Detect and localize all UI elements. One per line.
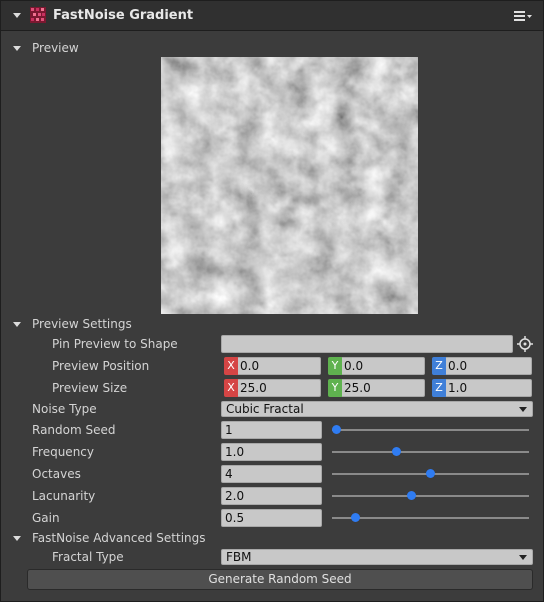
- fastnoise-gradient-panel: FastNoise Gradient Preview Preview Setti…: [0, 0, 544, 602]
- random-seed-field[interactable]: 1: [221, 421, 322, 439]
- gain-field[interactable]: 0.5: [221, 509, 322, 527]
- position-z-field[interactable]: 0.0: [446, 357, 532, 375]
- panel-title: FastNoise Gradient: [53, 8, 194, 23]
- slider-handle[interactable]: [407, 491, 417, 500]
- fractal-type-value: FBM: [226, 550, 252, 564]
- octaves-label: Octaves: [32, 467, 81, 481]
- frequency-label: Frequency: [32, 445, 94, 459]
- panel-header: FastNoise Gradient: [1, 1, 543, 31]
- generate-random-seed-button[interactable]: Generate Random Seed: [27, 569, 533, 590]
- position-x-axis-label: X: [224, 357, 238, 375]
- position-y-axis-label: Y: [328, 357, 342, 375]
- size-z-field[interactable]: 1.0: [446, 379, 532, 397]
- noise-preview-image: [161, 57, 418, 314]
- octaves-slider[interactable]: [332, 468, 529, 480]
- gain-label: Gain: [32, 511, 60, 525]
- lacunarity-label: Lacunarity: [32, 489, 96, 503]
- size-x-axis-label: X: [224, 379, 238, 397]
- random-seed-label: Random Seed: [32, 423, 116, 437]
- collapse-caret-icon[interactable]: [13, 13, 21, 18]
- advanced-settings-label: FastNoise Advanced Settings: [32, 531, 206, 545]
- noise-type-label: Noise Type: [32, 402, 97, 416]
- noise-type-dropdown[interactable]: Cubic Fractal: [221, 401, 533, 417]
- target-picker-icon[interactable]: [517, 336, 533, 352]
- slider-track: [332, 451, 529, 453]
- slider-handle[interactable]: [332, 425, 341, 434]
- slider-handle[interactable]: [392, 447, 402, 456]
- preview-settings-collapse-caret-icon[interactable]: [13, 322, 21, 327]
- frequency-slider[interactable]: [332, 446, 529, 458]
- preview-section-label: Preview: [32, 41, 79, 55]
- gain-slider[interactable]: [332, 512, 529, 524]
- octaves-field[interactable]: 4: [221, 465, 322, 483]
- lacunarity-field[interactable]: 2.0: [221, 487, 322, 505]
- preview-collapse-caret-icon[interactable]: [13, 46, 21, 51]
- slider-track: [332, 495, 529, 497]
- slider-track: [332, 517, 529, 519]
- fractal-type-label: Fractal Type: [52, 550, 124, 564]
- position-z-axis-label: Z: [432, 357, 446, 375]
- pin-preview-shape-field[interactable]: [221, 335, 513, 353]
- position-y-field[interactable]: 0.0: [342, 357, 425, 375]
- size-x-field[interactable]: 25.0: [238, 379, 321, 397]
- size-y-field[interactable]: 25.0: [342, 379, 425, 397]
- noise-type-value: Cubic Fractal: [226, 402, 304, 416]
- advanced-collapse-caret-icon[interactable]: [13, 536, 21, 541]
- position-x-field[interactable]: 0.0: [238, 357, 321, 375]
- fastnoise-logo-icon: [30, 7, 46, 23]
- lacunarity-slider[interactable]: [332, 490, 529, 502]
- slider-track: [332, 429, 529, 431]
- slider-handle[interactable]: [350, 513, 360, 522]
- chevron-down-icon: [519, 407, 527, 412]
- size-y-axis-label: Y: [328, 379, 342, 397]
- random-seed-slider[interactable]: [332, 424, 529, 436]
- chevron-down-icon: [519, 555, 527, 560]
- hamburger-menu-icon[interactable]: [513, 9, 533, 23]
- preview-position-label: Preview Position: [52, 359, 150, 373]
- frequency-field[interactable]: 1.0: [221, 443, 322, 461]
- pin-preview-label: Pin Preview to Shape: [52, 337, 178, 351]
- preview-size-label: Preview Size: [52, 381, 128, 395]
- slider-handle[interactable]: [426, 469, 435, 478]
- size-z-axis-label: Z: [432, 379, 446, 397]
- fractal-type-dropdown[interactable]: FBM: [221, 549, 533, 565]
- preview-settings-label: Preview Settings: [32, 317, 132, 331]
